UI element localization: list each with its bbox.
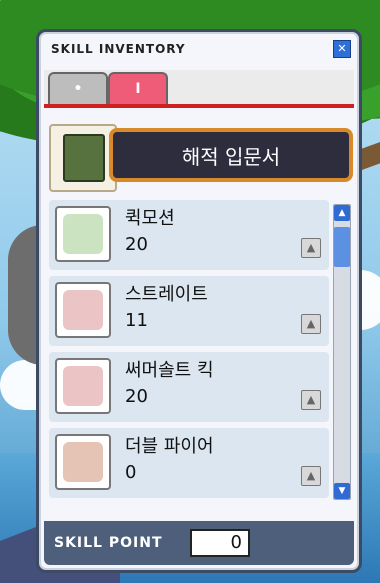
skill-level-up-button[interactable]: ▲ bbox=[301, 238, 321, 258]
somersault-kick-icon bbox=[55, 358, 111, 414]
skill-book-header: 해적 입문서 bbox=[49, 124, 353, 192]
skill-point-bar: SKILL POINT 0 bbox=[44, 521, 354, 565]
straight-icon bbox=[55, 282, 111, 338]
quick-motion-icon bbox=[55, 206, 111, 262]
tab-first-job[interactable]: I bbox=[108, 72, 168, 104]
skill-name: 써머솔트 킥 bbox=[125, 360, 214, 381]
skill-level-up-button[interactable]: ▲ bbox=[301, 390, 321, 410]
skill-list-scrollbar[interactable]: ▲ ▼ bbox=[333, 204, 351, 500]
skill-name: 스트레이트 bbox=[125, 284, 208, 305]
skill-level-up-button[interactable]: ▲ bbox=[301, 466, 321, 486]
tab-bar: • I bbox=[44, 70, 354, 108]
window-title: SKILL INVENTORY bbox=[51, 42, 186, 56]
skill-inventory-window: SKILL INVENTORY ✕ • I 해적 입문서 퀵모션 20 ▲ 스트… bbox=[36, 29, 362, 573]
skill-point-label: SKILL POINT bbox=[54, 535, 163, 551]
close-icon[interactable]: ✕ bbox=[333, 40, 351, 58]
skill-level: 0 bbox=[125, 462, 137, 483]
skill-level: 20 bbox=[125, 386, 148, 407]
skill-name: 더블 파이어 bbox=[125, 436, 214, 457]
tab-first-job-label: I bbox=[135, 81, 141, 97]
scroll-down-icon[interactable]: ▼ bbox=[334, 483, 350, 499]
skill-list: 퀵모션 20 ▲ 스트레이트 11 ▲ 써머솔트 킥 20 ▲ 더블 파이어 0… bbox=[49, 200, 329, 500]
skill-item[interactable]: 써머솔트 킥 20 ▲ bbox=[49, 352, 329, 422]
title-bar[interactable]: SKILL INVENTORY ✕ bbox=[45, 38, 353, 60]
scroll-up-icon[interactable]: ▲ bbox=[334, 205, 350, 221]
skill-level-up-button[interactable]: ▲ bbox=[301, 314, 321, 334]
skill-point-value: 0 bbox=[190, 529, 250, 557]
tab-beginner-label: • bbox=[73, 81, 83, 97]
green-book-icon bbox=[49, 124, 117, 192]
double-fire-icon bbox=[55, 434, 111, 490]
skill-item[interactable]: 더블 파이어 0 ▲ bbox=[49, 428, 329, 498]
tab-beginner[interactable]: • bbox=[48, 72, 108, 104]
skill-name: 퀵모션 bbox=[125, 208, 175, 229]
skill-item[interactable]: 퀵모션 20 ▲ bbox=[49, 200, 329, 270]
scroll-thumb[interactable] bbox=[334, 227, 350, 267]
skill-level: 11 bbox=[125, 310, 148, 331]
skill-item[interactable]: 스트레이트 11 ▲ bbox=[49, 276, 329, 346]
skill-book-title: 해적 입문서 bbox=[109, 128, 353, 182]
skill-level: 20 bbox=[125, 234, 148, 255]
